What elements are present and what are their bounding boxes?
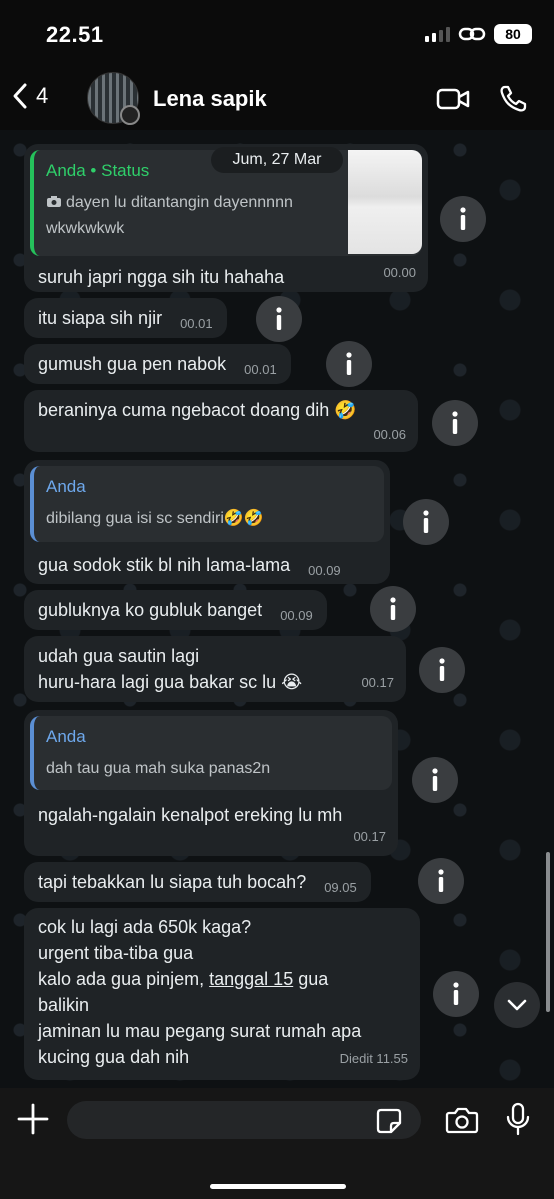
composer-bar [0, 1088, 554, 1199]
info-icon [432, 768, 438, 791]
info-icon [438, 869, 444, 892]
message-time: 00.09 [308, 563, 341, 578]
chat-header: 4 Lena sapik [0, 64, 554, 130]
chevron-down-icon [507, 999, 527, 1011]
sticker-icon[interactable] [376, 1108, 402, 1134]
underlined-date[interactable]: tanggal 15 [209, 969, 293, 989]
info-button[interactable] [433, 971, 479, 1017]
contact-name[interactable]: Lena sapik [153, 86, 267, 112]
chat-area[interactable]: Anda • Status dayen lu ditantangin dayen… [0, 130, 554, 1088]
quote-author: Anda [46, 727, 86, 746]
info-icon [346, 352, 352, 375]
message-bubble[interactable]: Anda dibilang gua isi sc sendiri🤣🤣 gua s… [24, 460, 390, 584]
message-time: 00.09 [280, 608, 313, 623]
scroll-down-button[interactable] [494, 982, 540, 1028]
message-line: urgent tiba-tiba gua [38, 943, 194, 963]
info-button[interactable] [403, 499, 449, 545]
message-bubble[interactable]: beraninya cuma ngebacot doang dih 🤣 00.0… [24, 390, 418, 452]
message-input[interactable] [67, 1101, 421, 1139]
message-bubble[interactable]: udah gua sautin lagi huru-hara lagi gua … [24, 636, 406, 702]
message-time: 00.01 [244, 362, 277, 377]
quoted-message[interactable]: Anda dah tau gua mah suka panas2n [30, 716, 392, 790]
home-indicator [210, 1184, 346, 1189]
message-text: gumush gua pen nabok 00.01 [24, 351, 291, 383]
info-icon [439, 658, 445, 681]
info-button[interactable] [419, 647, 465, 693]
scrollbar[interactable] [546, 852, 550, 1012]
message-bubble[interactable]: cok lu lagi ada 650k kaga? urgent tiba-t… [24, 908, 420, 1080]
message-time: 00.17 [353, 829, 386, 844]
message-line: jaminan lu mau pegang surat rumah apa [38, 1021, 362, 1041]
message-text: ngalah-ngalain kenalpot ereking lu mh [38, 805, 343, 825]
link-icon [458, 27, 486, 41]
phone-icon[interactable] [498, 84, 528, 114]
status-time: 22.51 [46, 22, 104, 47]
message-line: kalo ada gua pinjem, tanggal 15 gua [38, 969, 329, 989]
message-time: 09.05 [324, 880, 357, 895]
status-ring-icon [120, 105, 140, 125]
message-line: cok lu lagi ada 650k kaga? [38, 917, 252, 937]
quote-text: dayen lu ditantangin dayennnnn wkwkwkwk [46, 194, 293, 237]
date-chip: Jum, 27 Mar [211, 147, 343, 173]
info-icon [423, 510, 429, 533]
quote-text: dibilang gua isi sc sendiri🤣🤣 [46, 510, 264, 527]
battery-icon: 80 [494, 24, 532, 44]
message-text: beraninya cuma ngebacot doang dih 🤣 [38, 400, 357, 420]
plus-icon[interactable] [16, 1102, 50, 1136]
message-time: 00.06 [373, 427, 406, 442]
message-bubble[interactable]: tapi tebakkan lu siapa tuh bocah? 09.05 [24, 862, 371, 902]
info-button[interactable] [418, 858, 464, 904]
quoted-message[interactable]: Anda dibilang gua isi sc sendiri🤣🤣 [30, 466, 384, 542]
info-button[interactable] [326, 341, 372, 387]
message-time: Diedit 11.55 [339, 1051, 408, 1066]
camera-icon[interactable] [445, 1106, 479, 1134]
message-text: tapi tebakkan lu siapa tuh bocah? 09.05 [24, 869, 371, 901]
message-bubble[interactable]: gumush gua pen nabok 00.01 [24, 344, 291, 384]
status-thumbnail [348, 150, 422, 254]
message-bubble[interactable]: Anda dah tau gua mah suka panas2n ngalah… [24, 710, 398, 856]
contact-avatar[interactable] [87, 72, 140, 125]
unread-count: 4 [36, 83, 49, 108]
camera-small-icon [47, 196, 61, 207]
message-line: huru-hara lagi gua bakar sc lu 😭 [38, 672, 303, 692]
video-camera-icon[interactable] [436, 87, 470, 111]
message-time: 00.01 [180, 316, 213, 331]
status-icons: 80 [425, 24, 532, 44]
message-text: gua sodok stik bl nih lama-lama 00.09 [24, 552, 390, 584]
info-icon [460, 207, 466, 230]
message-line: udah gua sautin lagi [38, 646, 200, 666]
message-line: balikin [38, 995, 90, 1015]
message-time: 00.00 [383, 265, 416, 280]
message-bubble[interactable]: gubluknya ko gubluk banget 00.09 [24, 590, 327, 630]
quote-text: dah tau gua mah suka panas2n [46, 760, 271, 777]
info-button[interactable] [370, 586, 416, 632]
status-bar: 22.51 80 [0, 0, 554, 64]
quote-author: Anda [46, 477, 86, 496]
message-bubble[interactable]: itu siapa sih njir 00.01 [24, 298, 227, 338]
info-button[interactable] [440, 196, 486, 242]
chevron-left-icon [13, 83, 27, 109]
info-icon [452, 411, 458, 434]
message-text: itu siapa sih njir 00.01 [24, 305, 227, 337]
message-text: gubluknya ko gubluk banget 00.09 [24, 597, 327, 629]
info-button[interactable] [432, 400, 478, 446]
info-icon [390, 597, 396, 620]
message-time: 00.17 [361, 675, 394, 690]
message-text: suruh japri ngga sih itu hahaha [38, 267, 285, 287]
info-icon [276, 307, 282, 330]
signal-icon [425, 26, 450, 42]
microphone-icon[interactable] [505, 1102, 531, 1136]
info-button[interactable] [412, 757, 458, 803]
info-button[interactable] [256, 296, 302, 342]
info-icon [453, 982, 459, 1005]
back-button[interactable]: 4 [12, 82, 48, 110]
